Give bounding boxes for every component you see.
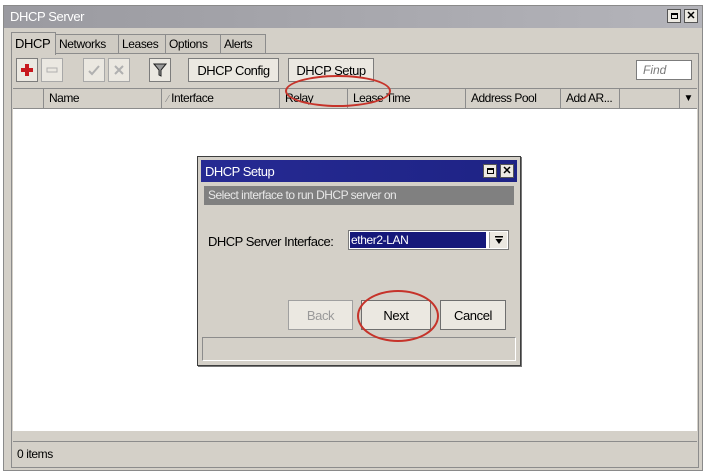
column-header-name[interactable]: Name	[43, 89, 161, 108]
window-title: DHCP Server	[10, 9, 85, 24]
dropdown-arrow-icon: ▼	[683, 93, 694, 104]
tab-dhcp[interactable]: DHCP	[11, 32, 56, 55]
tab-leases[interactable]: Leases	[118, 34, 166, 54]
column-header-add-arp[interactable]: Add AR...	[560, 89, 619, 108]
back-button[interactable]: Back	[288, 300, 353, 330]
tab-alerts[interactable]: Alerts	[220, 34, 266, 54]
dialog-titlebar[interactable]: DHCP Setup ✕	[201, 160, 517, 182]
dhcp-setup-button[interactable]: DHCP Setup	[288, 58, 374, 82]
column-header-extra	[619, 89, 679, 108]
cross-icon	[114, 65, 124, 75]
enable-button[interactable]	[83, 58, 105, 82]
dialog-close-button[interactable]: ✕	[500, 164, 514, 178]
add-button[interactable]	[16, 58, 38, 82]
close-icon: ✕	[686, 9, 696, 22]
interface-select-value: ether2-LAN	[350, 232, 486, 248]
column-header-blank	[13, 89, 43, 108]
tab-networks[interactable]: Networks	[55, 34, 119, 54]
tab-options[interactable]: Options	[165, 34, 221, 54]
close-icon: ✕	[502, 164, 512, 177]
window-titlebar[interactable]: DHCP Server ✕	[4, 6, 702, 28]
filter-icon	[153, 63, 167, 77]
next-button[interactable]: Next	[361, 300, 431, 330]
dhcp-config-button[interactable]: DHCP Config	[188, 58, 279, 82]
dialog-maximize-button[interactable]	[483, 164, 497, 178]
column-header-interface[interactable]: ⁄ Interface	[161, 89, 279, 108]
maximize-icon	[486, 168, 494, 174]
maximize-icon	[670, 13, 678, 19]
interface-field-label: DHCP Server Interface:	[208, 234, 334, 249]
column-header-relay[interactable]: Relay	[279, 89, 347, 108]
dialog-status-bar	[202, 337, 516, 361]
column-header-lease-time[interactable]: Lease Time	[347, 89, 465, 108]
filter-button[interactable]	[149, 58, 171, 82]
dialog-title: DHCP Setup	[205, 164, 275, 179]
column-header-address-pool[interactable]: Address Pool	[465, 89, 560, 108]
cancel-button[interactable]: Cancel	[440, 300, 506, 330]
check-icon	[88, 65, 100, 76]
find-input[interactable]: Find	[636, 60, 692, 80]
status-bar: 0 items	[13, 441, 697, 466]
remove-button[interactable]	[41, 58, 63, 82]
column-menu-button[interactable]: ▼	[679, 89, 697, 108]
select-dropdown-icon[interactable]	[489, 232, 507, 248]
minus-icon	[46, 67, 58, 73]
disable-button[interactable]	[108, 58, 130, 82]
table-header: Name ⁄ Interface Relay Lease Time Address…	[13, 89, 697, 109]
dhcp-setup-dialog: DHCP Setup ✕ Select interface to run DHC…	[197, 156, 521, 366]
interface-select[interactable]: ether2-LAN	[348, 230, 509, 250]
dialog-instruction: Select interface to run DHCP server on	[204, 186, 514, 205]
close-button[interactable]: ✕	[684, 9, 698, 23]
item-count: 0 items	[17, 447, 53, 461]
sort-icon: ⁄	[167, 94, 169, 105]
plus-icon	[21, 64, 33, 76]
maximize-button[interactable]	[667, 9, 681, 23]
